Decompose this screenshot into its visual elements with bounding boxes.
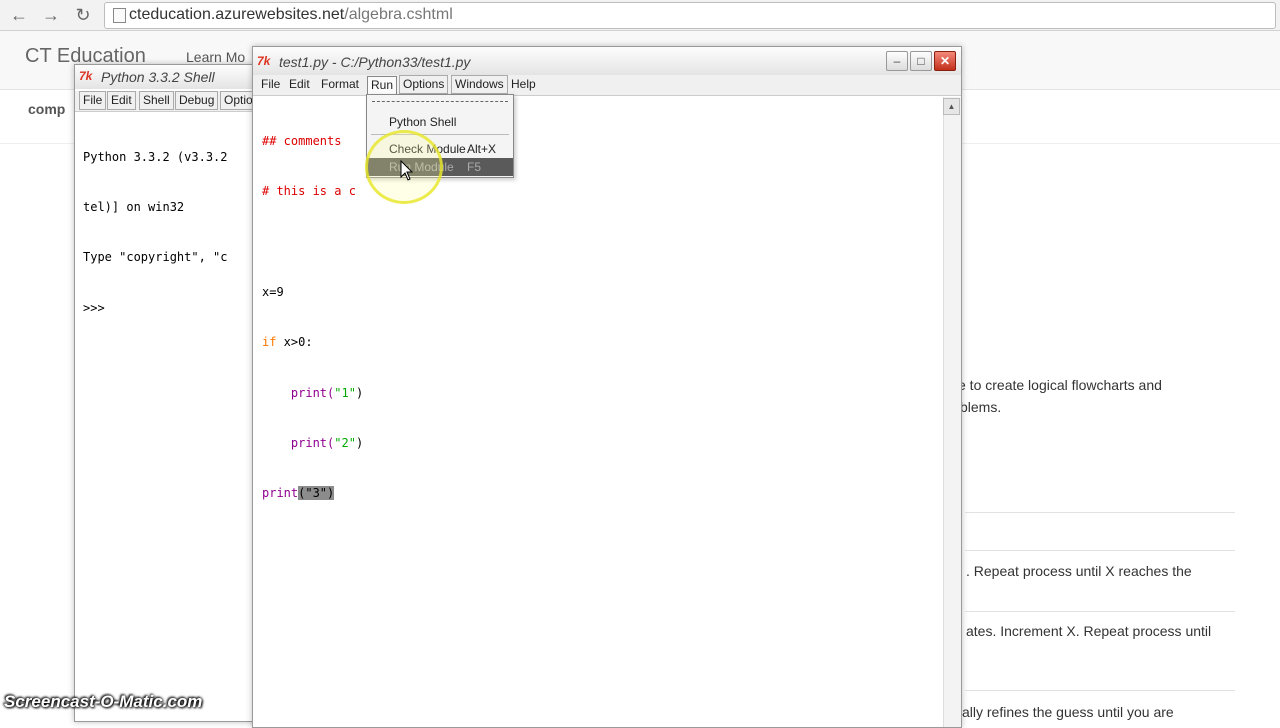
code-line: print("3"): [262, 485, 363, 502]
code-string: "2": [334, 435, 356, 450]
code-editor[interactable]: ## comments # this is a c x=9 if x>0: pr…: [262, 99, 363, 536]
site-nav-learn[interactable]: Learn Mo: [186, 49, 245, 65]
menu-item-check-module[interactable]: Check Module Alt+X: [367, 140, 513, 158]
menu-item-label: Check Module: [389, 142, 466, 156]
menu-file[interactable]: File: [258, 76, 283, 93]
tearoff-line[interactable]: [372, 101, 508, 102]
screencast-watermark: Screencast-O-Matic.com: [4, 692, 203, 711]
forward-arrow-icon[interactable]: →: [40, 4, 62, 26]
code-text: x>0:: [276, 335, 313, 350]
page-divider: [965, 550, 1235, 551]
shell-line: tel)] on win32: [83, 199, 185, 214]
menu-item-run-module[interactable]: Run Module F5: [367, 158, 513, 176]
code-selection: ("3"): [298, 486, 335, 501]
menu-edit[interactable]: Edit: [286, 76, 313, 93]
page-divider: [965, 611, 1235, 612]
page-divider: [965, 512, 1235, 513]
run-menu-dropdown: Python Shell Check Module Alt+X Run Modu…: [366, 94, 514, 178]
menu-windows[interactable]: Windows: [451, 75, 508, 94]
page-text-line: . Repeat process until X reaches the: [966, 563, 1192, 579]
shell-menu-edit[interactable]: Edit: [107, 91, 136, 110]
code-keyword: if: [262, 335, 277, 350]
page-text-line: ally refines the guess until you are: [962, 704, 1174, 720]
url-text: cteducation.azurewebsites.net/algebra.cs…: [129, 6, 453, 24]
page-side-heading: comp: [28, 101, 66, 117]
url-path: /algebra.cshtml: [344, 6, 453, 23]
page-text-line: blems.: [960, 399, 1002, 415]
shell-menu-shell[interactable]: Shell: [139, 91, 174, 110]
shell-line: Python 3.3.2 (v3.3.2: [83, 149, 228, 164]
browser-toolbar: ← → ↻ cteducation.azurewebsites.net/alge…: [0, 0, 1280, 31]
maximize-button[interactable]: □: [910, 51, 932, 71]
menu-item-shortcut: F5: [467, 160, 482, 174]
scroll-up-arrow-icon[interactable]: ▲: [943, 98, 960, 115]
idle-icon: 7k: [79, 69, 93, 83]
code-line: # this is a c: [262, 183, 356, 198]
code-text: ): [355, 435, 364, 450]
python-shell-window[interactable]: 7k Python 3.3.2 Shell File Edit Shell De…: [74, 64, 276, 722]
shell-menubar: File Edit Shell Debug Optio: [75, 91, 275, 112]
mouse-cursor-icon: [400, 160, 414, 181]
menu-separator: [371, 134, 509, 135]
shell-menu-file[interactable]: File: [79, 91, 107, 110]
url-host: cteducation.azurewebsites.net: [129, 6, 345, 23]
editor-vertical-scrollbar[interactable]: ▲: [943, 97, 961, 727]
page-text-line: ates. Increment X. Repeat process until: [966, 623, 1212, 639]
editor-menubar: File Edit Format Run Options Windows Hel…: [253, 75, 961, 96]
code-builtin: print(: [262, 435, 335, 450]
shell-menu-debug[interactable]: Debug: [175, 91, 219, 110]
page-icon: [113, 8, 126, 23]
menu-format[interactable]: Format: [318, 76, 362, 93]
code-line: x=9: [262, 284, 284, 299]
page-text-line: e to create logical flowcharts and: [958, 377, 1162, 393]
code-string: "1": [334, 385, 356, 400]
shell-line: Type "copyright", "c: [83, 250, 228, 265]
code-builtin: print(: [262, 385, 335, 400]
menu-help[interactable]: Help: [508, 76, 539, 93]
code-line: if x>0:: [262, 334, 363, 351]
minimize-button[interactable]: –: [886, 51, 908, 71]
menu-item-shortcut: Alt+X: [467, 142, 497, 156]
shell-title: Python 3.3.2 Shell: [101, 69, 215, 85]
menu-run[interactable]: Run: [367, 76, 398, 95]
close-button[interactable]: ✕: [934, 51, 956, 71]
page-divider: [965, 690, 1235, 691]
menu-item-label: Python Shell: [389, 115, 457, 129]
reload-icon[interactable]: ↻: [72, 4, 94, 26]
code-line: print("1"): [262, 385, 363, 402]
code-builtin: print: [262, 486, 299, 501]
back-arrow-icon[interactable]: ←: [8, 4, 30, 26]
editor-title: test1.py - C:/Python33/test1.py: [279, 54, 471, 70]
code-line: print("2"): [262, 435, 363, 452]
menu-item-label: Run Module: [389, 160, 454, 174]
idle-icon: 7k: [257, 54, 271, 68]
menu-options[interactable]: Options: [399, 75, 449, 94]
menu-item-python-shell[interactable]: Python Shell: [367, 113, 513, 131]
address-bar[interactable]: cteducation.azurewebsites.net/algebra.cs…: [104, 2, 1276, 29]
shell-prompt: >>>: [83, 300, 112, 315]
shell-titlebar[interactable]: 7k Python 3.3.2 Shell: [75, 65, 275, 89]
code-text: ): [355, 385, 364, 400]
editor-titlebar[interactable]: 7k test1.py - C:/Python33/test1.py – □ ✕: [253, 47, 961, 75]
code-line: ## comments: [262, 133, 342, 148]
shell-output[interactable]: Python 3.3.2 (v3.3.2 tel)] on win32 Type…: [83, 115, 228, 350]
editor-window[interactable]: 7k test1.py - C:/Python33/test1.py – □ ✕…: [252, 46, 962, 728]
